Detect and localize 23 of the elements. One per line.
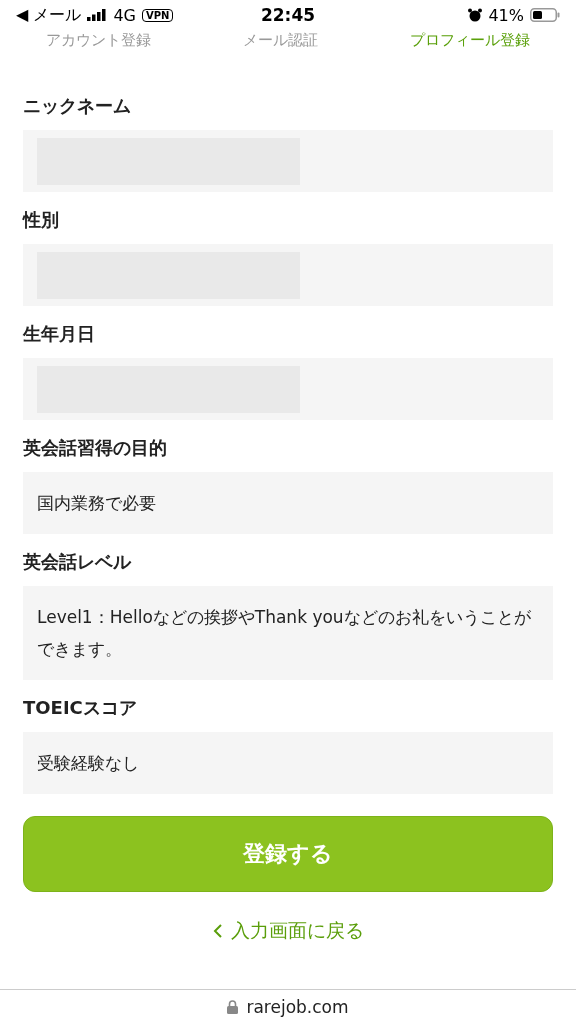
network-type: 4G — [113, 5, 136, 25]
vpn-indicator: VPN — [141, 8, 174, 22]
alarm-clock-icon — [468, 8, 483, 22]
signal-icon — [87, 9, 108, 21]
url-text: rarejob.com — [246, 997, 349, 1017]
progress-step: メール認証 — [243, 30, 318, 50]
input-field[interactable]: Level1：Helloなどの挨拶やThank youなどのお礼をいうことができます。 — [23, 586, 553, 680]
lock-icon — [227, 1000, 239, 1014]
input-field[interactable]: 受験経験なし — [23, 732, 553, 794]
chevron-left-icon — [212, 923, 223, 939]
field-label: 生年月日 — [23, 322, 96, 346]
field-label: 英会話習得の目的 — [23, 436, 168, 460]
battery-percentage: 41% — [488, 5, 524, 25]
battery-icon — [530, 8, 560, 22]
field-label: TOEICスコア — [23, 696, 138, 720]
back-to-app-link[interactable]: ◀ メール — [16, 4, 82, 26]
clock-time: 22:45 — [259, 5, 317, 25]
progress-step: アカウント登録 — [46, 30, 151, 50]
field-label: 性別 — [23, 208, 60, 232]
progress-step: プロフィール登録 — [410, 30, 530, 50]
field-label: 英会話レベル — [23, 550, 133, 574]
field-label: ニックネーム — [23, 94, 132, 118]
input-field[interactable]: 国内業務で必要 — [23, 472, 553, 534]
